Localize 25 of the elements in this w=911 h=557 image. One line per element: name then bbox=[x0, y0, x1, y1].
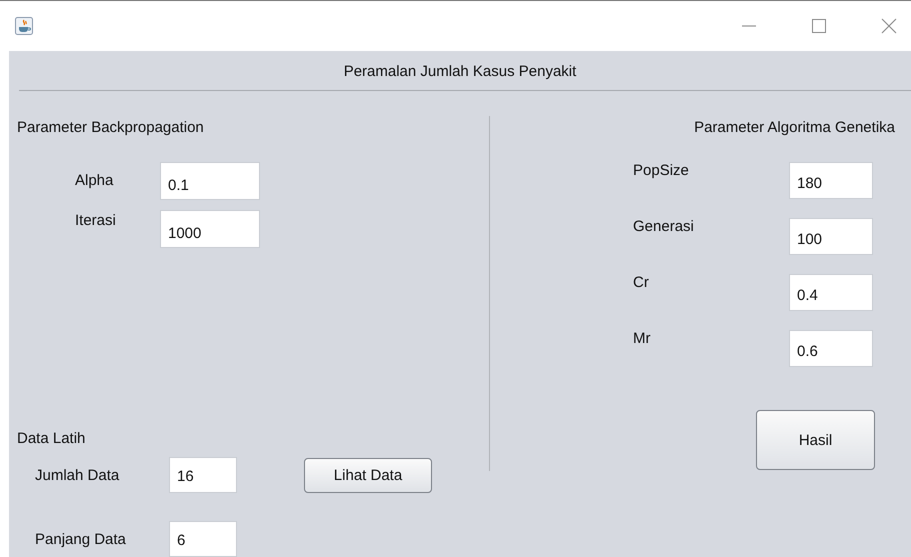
input-field[interactable]: 6 bbox=[169, 521, 237, 557]
view-data-button[interactable]: Lihat Data bbox=[304, 458, 432, 492]
input-field[interactable]: 1000 bbox=[160, 210, 260, 248]
result-button[interactable]: Hasil bbox=[756, 410, 875, 470]
input-field[interactable]: 100 bbox=[789, 218, 873, 255]
window-title: Peramalan Jumlah Kasus Penyakit bbox=[344, 62, 576, 82]
input-field[interactable]: 180 bbox=[789, 162, 873, 199]
section-heading: Parameter Backpropagation bbox=[17, 119, 204, 136]
section-heading: Data Latih bbox=[17, 430, 86, 447]
input-field[interactable]: 0.4 bbox=[789, 274, 873, 311]
input-field[interactable]: 0.1 bbox=[160, 162, 260, 200]
field-label: Mr bbox=[633, 330, 652, 347]
coffee-cup-icon bbox=[15, 17, 33, 35]
field-label: Iterasi bbox=[74, 211, 117, 229]
maximize-icon[interactable] bbox=[811, 18, 827, 34]
field-label: Alpha bbox=[74, 171, 114, 189]
field-label: Jumlah Data bbox=[34, 466, 120, 484]
field-label: PopSize bbox=[633, 162, 690, 179]
input-field[interactable]: 16 bbox=[169, 457, 237, 493]
input-field[interactable]: 0.6 bbox=[789, 330, 873, 367]
field-label: Cr bbox=[633, 274, 650, 291]
section-heading: Parameter Algoritma Genetika bbox=[694, 119, 895, 136]
field-label: Panjang Data bbox=[34, 530, 127, 548]
field-label: Generasi bbox=[633, 218, 695, 235]
close-icon[interactable] bbox=[881, 18, 897, 34]
